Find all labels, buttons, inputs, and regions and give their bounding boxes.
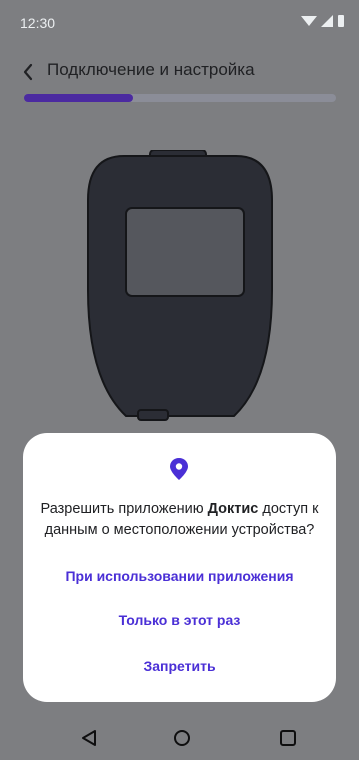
home-circle-icon [174, 730, 190, 746]
back-triangle-icon [82, 730, 96, 746]
location-permission-dialog: Разрешить приложению Доктис доступ к дан… [23, 433, 336, 702]
glucometer-illustration [87, 150, 273, 421]
allow-once-button[interactable]: Только в этот раз [43, 603, 316, 637]
back-button[interactable] [20, 60, 44, 84]
wifi-icon [301, 16, 317, 26]
permission-message: Разрешить приложению Доктис доступ к дан… [37, 499, 322, 541]
location-pin-icon [170, 458, 188, 480]
app-header: Подключение и настройка [0, 50, 359, 90]
nav-recents-button[interactable] [276, 726, 300, 750]
page-title: Подключение и настройка [47, 60, 255, 79]
signal-icon [321, 15, 333, 27]
system-nav-bar [0, 714, 359, 760]
nav-back-button[interactable] [78, 726, 102, 750]
chevron-left-icon [23, 63, 33, 81]
allow-while-using-button[interactable]: При использовании приложения [43, 559, 316, 593]
deny-button[interactable]: Запретить [43, 649, 316, 683]
setup-progress-fill [24, 94, 134, 102]
nav-home-button[interactable] [170, 726, 194, 750]
app-name: Доктис [207, 501, 259, 517]
status-time: 12:30 [20, 15, 56, 31]
status-bar: 12:30 [0, 0, 359, 40]
battery-icon [338, 15, 344, 27]
message-prefix: Разрешить приложению [40, 501, 208, 517]
recents-square-icon [280, 730, 296, 746]
setup-progress-bar [24, 94, 336, 102]
status-icons [301, 14, 347, 33]
